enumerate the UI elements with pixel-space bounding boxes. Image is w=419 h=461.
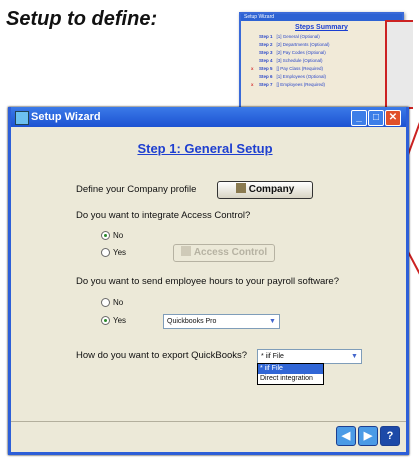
access-control-question: Do you want to integrate Access Control?	[76, 210, 251, 221]
radio-icon	[101, 298, 110, 308]
wizard-icon	[15, 111, 29, 125]
step-text: [2] Departments (Optional)	[276, 42, 330, 47]
export-select-value: * iif File	[261, 353, 284, 360]
step-number: Step 4	[259, 58, 273, 63]
radio-selected-icon	[101, 231, 110, 241]
step-text: [] Employees (Required)	[276, 82, 326, 87]
radio-icon	[101, 248, 110, 258]
access-no-label: No	[113, 231, 124, 240]
thumbnail-step-line: Step 6 [1] Employees (Optional)	[251, 74, 394, 82]
radio-selected-icon	[101, 316, 110, 326]
callout-shape	[385, 20, 413, 109]
payroll-software-select[interactable]: Quickbooks Pro ▼	[163, 314, 280, 329]
access-control-icon	[180, 246, 191, 256]
thumbnail-step-line: x Step 5[] Pay Class (Required)	[251, 66, 394, 74]
step-number: Step 7	[259, 82, 273, 87]
window-title: Setup Wizard	[31, 111, 101, 123]
page-heading: Setup to define:	[6, 8, 158, 30]
payroll-no-radio[interactable]: No	[101, 298, 124, 308]
thumbnail-title-bar: Setup Wizard	[241, 14, 402, 21]
step-text: [1] General (Optional)	[276, 34, 320, 39]
payroll-yes-label: Yes	[113, 316, 127, 325]
next-button[interactable]: ▶	[358, 426, 378, 446]
export-dropdown-list: * iif File Direct integration	[257, 363, 324, 385]
step-text: [] Pay Class (Required)	[276, 66, 324, 71]
step-text: [2] Pay Codes (Optional)	[276, 50, 326, 55]
payroll-question: Do you want to send employee hours to yo…	[76, 276, 339, 287]
access-control-button-label: Access Control	[193, 247, 268, 258]
step-title: Step 1: General Setup	[137, 141, 273, 156]
thumbnail-step-line: Step 4 [3] Schedule (Optional)	[251, 58, 394, 66]
step-text: [1] Employees (Optional)	[276, 74, 327, 79]
access-control-button[interactable]: Access Control	[173, 244, 275, 262]
thumbnail-step-line: x Step 7[] Employees (Required)	[251, 82, 394, 90]
payroll-select-value: Quickbooks Pro	[167, 318, 217, 325]
step-number: Step 5	[259, 66, 273, 71]
step-status-mark: x	[251, 66, 254, 71]
chevron-down-icon: ▼	[351, 353, 358, 360]
payroll-no-label: No	[113, 298, 124, 307]
export-question: How do you want to export QuickBooks?	[76, 350, 248, 361]
access-yes-radio[interactable]: Yes	[101, 248, 127, 258]
maximize-button[interactable]: □	[368, 110, 384, 126]
thumbnail-step-line: Step 3 [2] Pay Codes (Optional)	[251, 50, 394, 58]
wizard-content: Step 1: General Setup Define your Compan…	[21, 137, 389, 427]
company-icon	[235, 183, 246, 193]
back-button[interactable]: ◀	[336, 426, 356, 446]
payroll-yes-radio[interactable]: Yes	[101, 316, 127, 326]
access-no-radio[interactable]: No	[101, 231, 124, 241]
step-text: [3] Schedule (Optional)	[276, 58, 323, 63]
step-status-mark: x	[251, 82, 254, 87]
close-button[interactable]: ✕	[385, 110, 401, 126]
thumbnail-title: Steps Summary	[295, 24, 348, 31]
help-button[interactable]: ?	[380, 426, 400, 446]
thumbnail-step-line: Step 1 [1] General (Optional)	[251, 34, 394, 42]
step-number: Step 3	[259, 50, 273, 55]
step-number: Step 6	[259, 74, 273, 79]
wizard-footer: ◀ ▶ ?	[11, 421, 406, 452]
access-yes-label: Yes	[113, 248, 127, 257]
export-option[interactable]: * iif File	[258, 364, 323, 374]
step-number: Step 2	[259, 42, 273, 47]
chevron-down-icon: ▼	[269, 318, 276, 325]
setup-wizard-window: Setup Wizard _ □ ✕ Step 1: General Setup…	[8, 107, 409, 455]
steps-summary-thumbnail: Setup Wizard Steps Summary Step 1 [1] Gen…	[239, 12, 404, 112]
thumbnail-step-line: Step 2 [2] Departments (Optional)	[251, 42, 394, 50]
company-button[interactable]: Company	[217, 181, 313, 199]
minimize-button[interactable]: _	[351, 110, 367, 126]
export-option[interactable]: Direct integration	[258, 374, 323, 384]
step-number: Step 1	[259, 34, 273, 39]
company-button-label: Company	[248, 184, 295, 195]
thumbnail-step-list: Step 1 [1] General (Optional) Step 2 [2] De…	[241, 31, 402, 90]
window-title-bar: Setup Wizard _ □ ✕	[11, 107, 406, 127]
company-label: Define your Company profile	[76, 184, 197, 195]
export-method-select[interactable]: * iif File ▼	[257, 349, 362, 364]
